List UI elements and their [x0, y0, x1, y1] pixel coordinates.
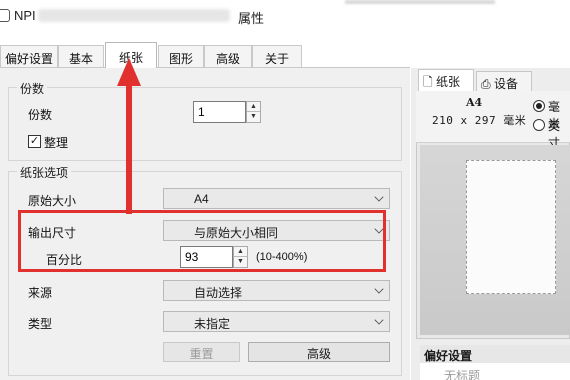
- annotation-arrow: [117, 58, 141, 214]
